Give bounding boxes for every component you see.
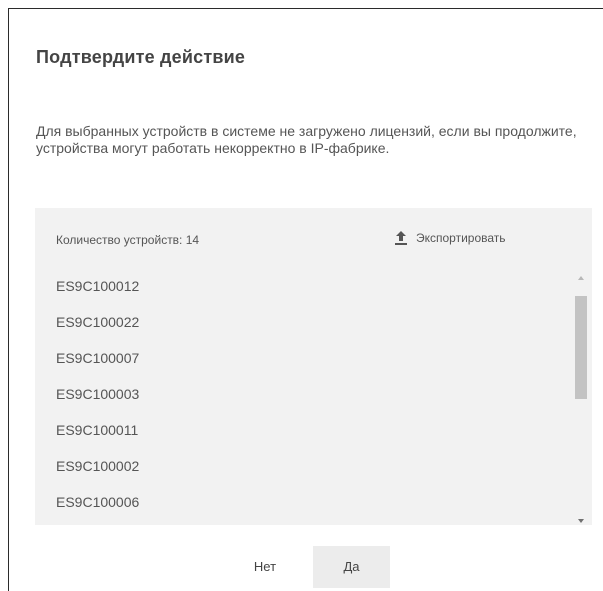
scroll-thumb[interactable] xyxy=(575,296,587,399)
upload-icon xyxy=(395,231,407,245)
scroll-up-arrow-icon[interactable] xyxy=(578,276,584,280)
no-button[interactable]: Нет xyxy=(235,546,295,588)
list-item: ES9C100002 xyxy=(56,458,140,474)
list-item: ES9C100011 xyxy=(56,422,139,438)
list-item: ES9C100012 xyxy=(56,278,140,294)
list-item: ES9C100006 xyxy=(56,494,140,510)
confirm-dialog: Подтвердите действие Для выбранных устро… xyxy=(8,8,603,591)
dialog-title: Подтвердите действие xyxy=(36,47,246,67)
list-item: ES9C100003 xyxy=(56,386,140,402)
scroll-down-arrow-icon[interactable] xyxy=(578,519,584,523)
export-button[interactable]: Экспортировать xyxy=(394,230,506,246)
devices-panel-header: Количество устройств: 14 Экспортировать xyxy=(35,208,592,268)
dialog-actions: Нет Да xyxy=(9,546,603,588)
device-count-label: Количество устройств: 14 xyxy=(56,233,200,247)
yes-button[interactable]: Да xyxy=(313,546,390,588)
list-item: ES9C100007 xyxy=(56,350,140,366)
device-list-scrollbar[interactable] xyxy=(575,276,587,523)
list-item: ES9C100022 xyxy=(56,314,140,330)
export-label: Экспортировать xyxy=(416,231,506,245)
devices-panel: Количество устройств: 14 Экспортировать … xyxy=(35,208,592,525)
dialog-message: Для выбранных устройств в системе не заг… xyxy=(36,123,577,156)
device-list[interactable]: ES9C100012 ES9C100022 ES9C100007 ES9C100… xyxy=(35,268,575,525)
